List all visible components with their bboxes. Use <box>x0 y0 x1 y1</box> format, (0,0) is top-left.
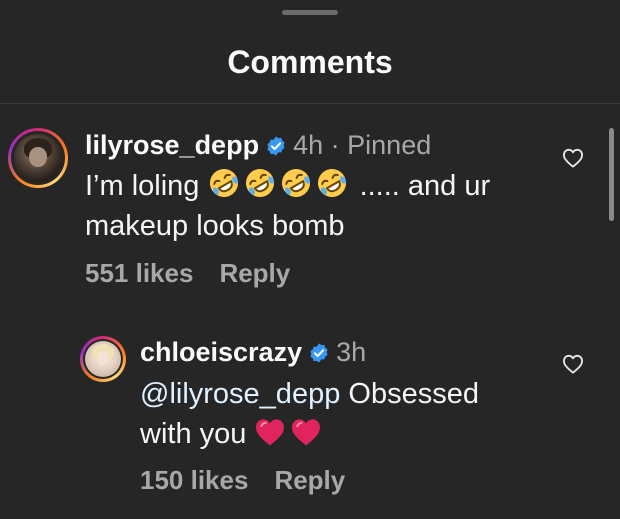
reply-text-line2: with you <box>140 418 247 450</box>
comment-time: 3h <box>336 337 367 367</box>
reply-actions: 150 likes Reply <box>140 465 345 495</box>
red-heart-emoji-icon <box>254 417 286 458</box>
reply-text-line2-wrap: with you <box>140 414 326 458</box>
mention-link[interactable]: @lilyrose_depp <box>140 378 340 410</box>
reply-text: @lilyrose_depp Obsessed <box>140 374 479 414</box>
emoji-group <box>254 417 326 458</box>
username[interactable]: chloeiscrazy <box>140 337 302 367</box>
red-heart-emoji-icon <box>290 417 322 458</box>
reply-header: chloeiscrazy 3h <box>140 336 366 371</box>
comments-sheet: Comments lilyrose_depp 4h · Pinned I’m lo… <box>0 0 620 519</box>
verified-badge-icon <box>308 339 330 371</box>
likes-count[interactable]: 150 likes <box>140 465 248 495</box>
reply-text-line1: Obsessed <box>340 378 479 410</box>
like-heart-icon[interactable] <box>562 354 584 379</box>
avatar[interactable] <box>80 336 126 382</box>
reply-button[interactable]: Reply <box>274 465 345 495</box>
reply-item: chloeiscrazy 3h @lilyrose_depp Obsessed w… <box>0 0 620 519</box>
